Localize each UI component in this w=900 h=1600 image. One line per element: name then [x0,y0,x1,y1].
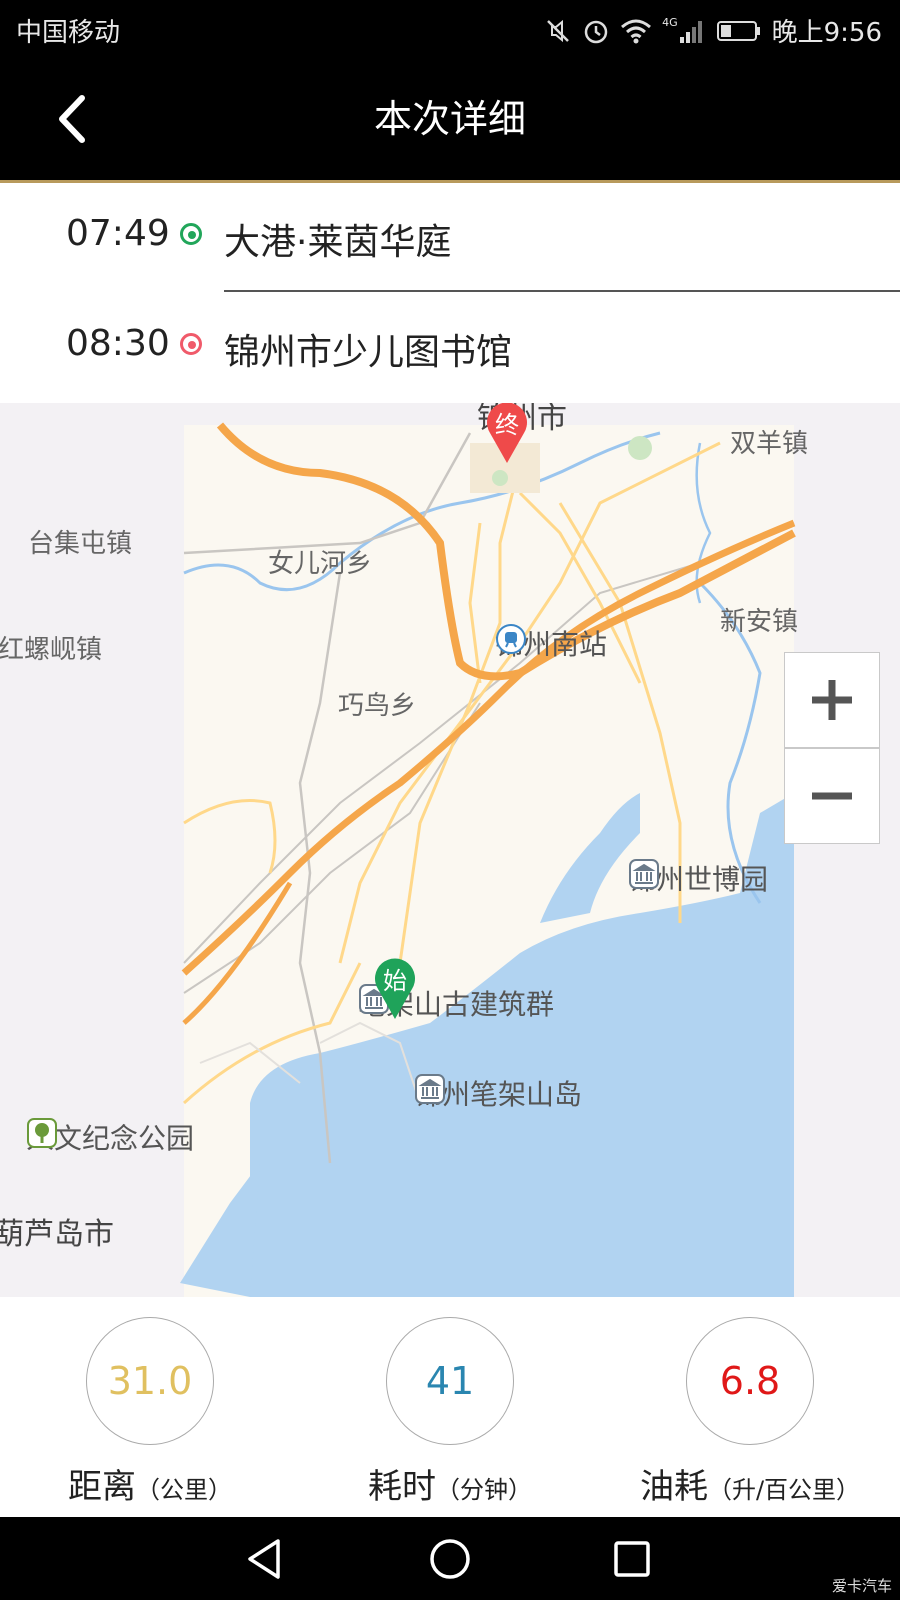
zoom-in-button[interactable] [784,652,880,748]
end-marker-label: 终 [495,411,519,439]
fuel-label-text: 油耗 [639,1467,708,1507]
clock: 晚上9:56 [771,18,882,48]
start-marker[interactable]: 始 [372,955,418,1021]
minus-icon [812,792,852,800]
end-place: 锦州市少儿图书馆 [224,332,513,373]
battery-icon [716,20,760,41]
stat-fuel: 6.8 油耗（升/百公里） [600,1317,900,1507]
end-time: 08:30 [66,323,170,364]
page-title: 本次详细 [373,97,526,141]
duration-label: 耗时（分钟） [300,1459,600,1508]
map-label-shuangyang: 双羊镇 [730,429,809,459]
map-canvas[interactable] [0,403,900,1297]
landmark-icon [629,859,659,889]
duration-unit: （分钟） [436,1476,532,1504]
distance-unit: （公里） [136,1476,232,1504]
distance-value: 31.0 [86,1317,214,1445]
train-station-icon [496,624,526,654]
plus-icon [812,680,852,720]
nav-home-button[interactable] [426,1535,474,1583]
map-label-qiaoniao: 巧鸟乡 [338,691,417,721]
map-view[interactable]: 锦州市 双羊镇 台集屯镇 女儿河乡 红螺岘镇 新安镇 巧鸟乡 葫芦岛市 锦州南站… [0,403,900,1297]
signal-icon [679,20,702,43]
zoom-out-button[interactable] [784,748,880,844]
start-time: 07:49 [66,213,170,254]
map-label-huludao: 葫芦岛市 [0,1217,114,1252]
start-marker-label: 始 [383,967,407,995]
status-bar: 中国移动 4G 晚上9:56 [0,0,900,58]
map-label-nverhe: 女儿河乡 [268,549,373,579]
status-icons: 4G 晚上9:56 [544,12,882,49]
route-end[interactable]: 08:30 锦州市少儿图书馆 [0,293,900,393]
wifi-icon [621,19,652,43]
route-panel: 07:49 大港·莱茵华庭 08:30 锦州市少儿图书馆 [0,183,900,403]
start-place: 大港·莱茵华庭 [224,222,452,263]
landmark-icon [415,1074,445,1104]
map-label-xinan: 新安镇 [720,607,799,637]
back-triangle-icon [248,1539,280,1579]
poi-bijiashan-island[interactable]: 锦州笔架山岛 [414,1073,582,1113]
poi-expo[interactable]: 锦州世博园 [628,858,768,898]
nav-recents-button[interactable] [608,1535,656,1583]
nav-back-button[interactable] [242,1535,290,1583]
duration-value: 41 [386,1317,514,1445]
alarm-icon [584,20,608,43]
header-bar: 本次详细 [0,58,900,183]
distance-label: 距离（公里） [0,1459,300,1508]
distance-label-text: 距离 [68,1467,136,1507]
stat-duration: 41 耗时（分钟） [300,1317,600,1507]
route-divider [224,290,900,292]
fuel-label: 油耗（升/百公里） [600,1459,900,1508]
start-dot-icon [180,223,202,245]
poi-renwen-park[interactable]: 人文纪念公园 [26,1117,194,1157]
system-nav-bar: 爱卡汽车 [0,1517,900,1600]
watermark: 爱卡汽车 [831,1577,892,1595]
park-tree-icon [27,1118,57,1148]
poi-south-station[interactable]: 锦州南站 [495,623,607,663]
mute-icon [547,19,569,42]
route-start[interactable]: 07:49 大港·莱茵华庭 [0,183,900,292]
end-dot-icon [180,333,202,355]
map-label-taijitun: 台集屯镇 [28,529,133,559]
map-label-hongluoxian: 红螺岘镇 [0,635,103,665]
duration-label-text: 耗时 [368,1467,436,1507]
network-type: 4G [662,16,678,29]
stat-distance: 31.0 距离（公里） [0,1317,300,1507]
recents-square-icon [614,1541,650,1577]
fuel-unit: （升/百公里） [707,1476,861,1504]
carrier-name: 中国移动 [16,18,121,48]
home-circle-icon [430,1539,470,1579]
end-marker[interactable]: 终 [484,403,530,465]
trip-stats: 31.0 距离（公里） 41 耗时（分钟） 6.8 油耗（升/百公里） [0,1297,900,1517]
fuel-value: 6.8 [686,1317,814,1445]
